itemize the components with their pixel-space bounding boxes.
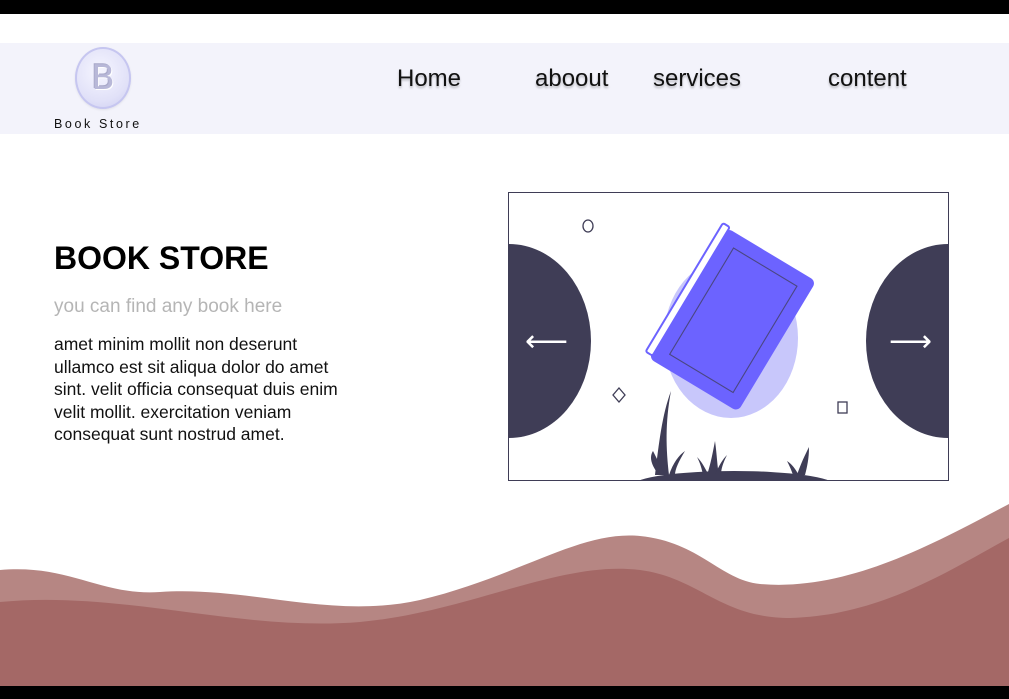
nav-services[interactable]: services	[653, 65, 741, 93]
nav-about[interactable]: aboout	[535, 65, 608, 93]
circle-decoration-icon	[582, 219, 594, 233]
square-decoration-icon	[837, 401, 848, 414]
logo-text: Book Store	[54, 117, 142, 131]
nav-content[interactable]: content	[828, 65, 907, 93]
diamond-decoration-icon	[612, 387, 626, 403]
decorative-waves	[0, 504, 1009, 686]
hero-description: amet minim mollit non deserunt ullamco e…	[54, 334, 338, 444]
logo-letter: B	[91, 58, 115, 98]
slider-prev-button[interactable]: ⟵	[509, 245, 591, 439]
site-header: B Book Store Home aboout services conten…	[0, 43, 1009, 134]
right-arrow-icon: ⟶	[888, 324, 932, 359]
image-slider: ⟵ ⟶	[508, 192, 949, 481]
hero-subtitle: you can find any book here	[54, 296, 283, 317]
logo-badge: B	[75, 47, 131, 109]
left-arrow-icon: ⟵	[525, 324, 569, 359]
bottom-black-bar	[0, 686, 1009, 699]
logo[interactable]: B Book Store	[50, 47, 160, 133]
nav-home[interactable]: Home	[397, 65, 461, 93]
hero-title: BOOK STORE	[54, 240, 269, 276]
top-black-bar	[0, 0, 1009, 14]
slider-next-button[interactable]: ⟶	[866, 245, 948, 439]
